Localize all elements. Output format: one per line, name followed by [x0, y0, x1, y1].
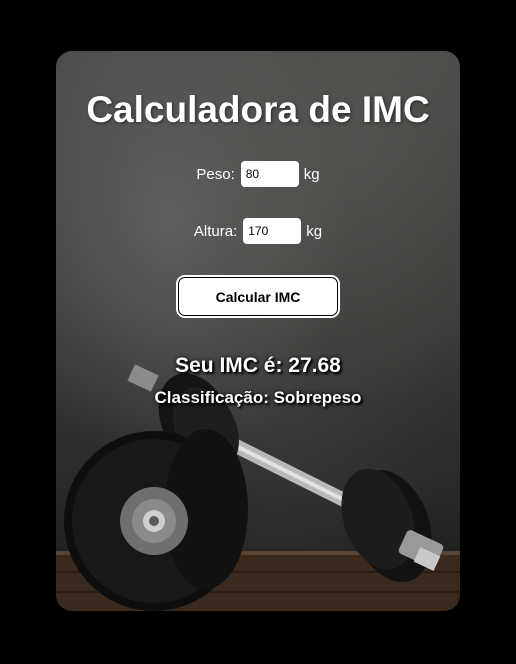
calculator-card: Calculadora de IMC Peso: kg Altura: kg C…: [56, 51, 460, 611]
classification-result: Classificação: Sobrepeso: [154, 388, 362, 407]
altura-unit: kg: [306, 222, 323, 240]
altura-label: Altura:: [193, 222, 238, 240]
dumbbells-background-image: [56, 364, 460, 611]
peso-label: Peso:: [196, 165, 235, 183]
peso-row: Peso: kg: [56, 159, 460, 189]
peso-input[interactable]: [240, 161, 299, 187]
altura-input[interactable]: [243, 218, 302, 244]
imc-result: Seu IMC é: 27.68: [175, 354, 341, 377]
page-title: Calculadora de IMC: [86, 89, 430, 130]
calculate-button[interactable]: Calcular IMC: [178, 277, 338, 316]
altura-row: Altura: kg: [56, 216, 460, 246]
peso-unit: kg: [303, 165, 320, 183]
